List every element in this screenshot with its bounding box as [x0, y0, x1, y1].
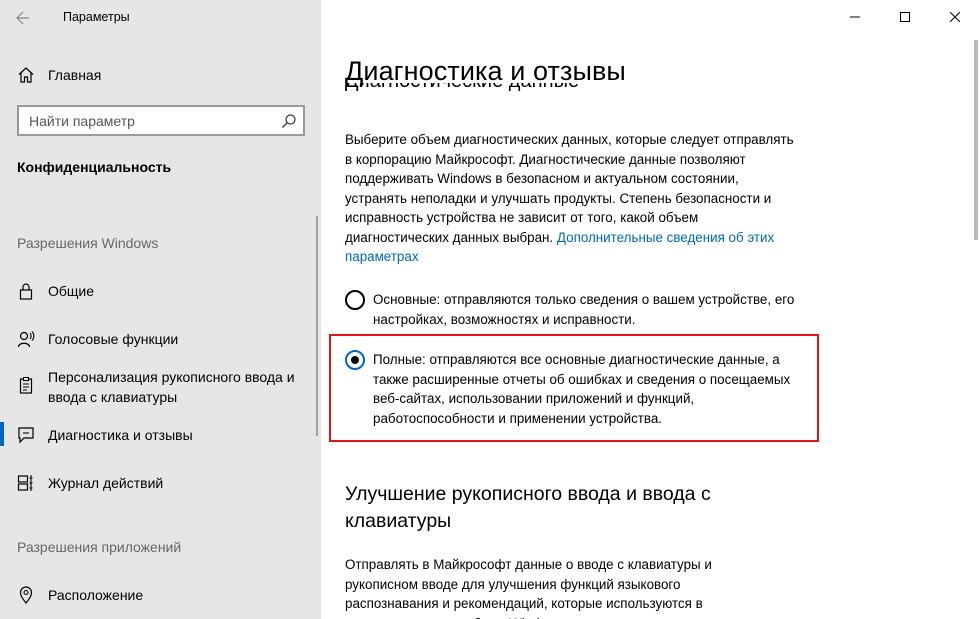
- nav-home-label: Главная: [48, 67, 102, 83]
- radio-basic[interactable]: [345, 290, 365, 310]
- location-icon: [16, 585, 36, 605]
- speech-icon: [16, 329, 36, 349]
- main-scrollbar[interactable]: [974, 40, 978, 240]
- sidebar-item-label: Расположение: [48, 587, 144, 603]
- timeline-icon: [16, 473, 36, 493]
- sidebar-item-label: Общие: [48, 283, 95, 299]
- sidebar-item-label: Голосовые функции: [48, 331, 179, 347]
- nav-home[interactable]: Главная: [0, 58, 321, 92]
- page-title: Диагностика и отзывы: [345, 56, 626, 86]
- sidebar: Параметры Главная Конфиденциальность Раз…: [0, 0, 321, 619]
- radio-full[interactable]: [345, 350, 365, 370]
- window-controls: [830, 0, 980, 34]
- home-icon: [16, 65, 36, 85]
- sidebar-item-location[interactable]: Расположение: [0, 585, 321, 605]
- option-basic[interactable]: Основные: отправляются только сведения о…: [345, 290, 805, 330]
- maximize-button[interactable]: [880, 0, 930, 34]
- minimize-icon: [850, 16, 860, 18]
- group-windows-permissions: Разрешения Windows: [17, 235, 159, 251]
- option-basic-label: Основные: отправляются только сведения о…: [373, 292, 795, 327]
- lock-icon: [16, 281, 36, 301]
- group-app-permissions: Разрешения приложений: [17, 539, 182, 555]
- sidebar-item-speech[interactable]: Голосовые функции: [0, 329, 321, 349]
- search-box[interactable]: [17, 105, 305, 136]
- section-title: Конфиденциальность: [17, 159, 172, 175]
- sidebar-item-label: Персонализация рукописного ввода и ввода…: [48, 369, 295, 405]
- sidebar-item-label: Журнал действий: [48, 475, 164, 491]
- intro-text: Выберите объем диагностических данных, к…: [345, 130, 795, 267]
- section-heading-inking: Улучшение рукописного ввода и ввода с кл…: [345, 483, 711, 532]
- main-content: Диагностические данные Диагностика и отз…: [321, 0, 980, 619]
- back-button[interactable]: [10, 6, 36, 30]
- sidebar-item-diagnostics[interactable]: Диагностика и отзывы: [0, 425, 321, 445]
- maximize-icon: [900, 12, 910, 22]
- option-full-label: Полные: отправляются все основные диагно…: [373, 352, 791, 426]
- sidebar-item-general[interactable]: Общие: [0, 281, 321, 301]
- inking-text: Отправлять в Майкрософт данные о вводе с…: [345, 557, 712, 619]
- feedback-icon: [16, 425, 36, 445]
- minimize-button[interactable]: [830, 0, 880, 34]
- search-icon[interactable]: [281, 113, 297, 129]
- close-icon: [950, 12, 960, 22]
- search-input[interactable]: [19, 112, 269, 129]
- option-full[interactable]: Полные: отправляются все основные диагно…: [345, 350, 805, 430]
- sidebar-item-activity-history[interactable]: Журнал действий: [0, 473, 321, 493]
- app-title: Параметры: [63, 10, 130, 24]
- close-button[interactable]: [930, 0, 980, 34]
- sidebar-scrollbar[interactable]: [316, 216, 318, 436]
- sidebar-item-inking-typing[interactable]: Персонализация рукописного ввода и ввода…: [0, 367, 321, 407]
- sidebar-item-label: Диагностика и отзывы: [48, 427, 193, 443]
- clipboard-icon: [16, 375, 36, 395]
- intro-body: Выберите объем диагностических данных, к…: [345, 132, 794, 245]
- titlebar-left: Параметры: [0, 0, 321, 36]
- back-arrow-icon: [16, 11, 29, 25]
